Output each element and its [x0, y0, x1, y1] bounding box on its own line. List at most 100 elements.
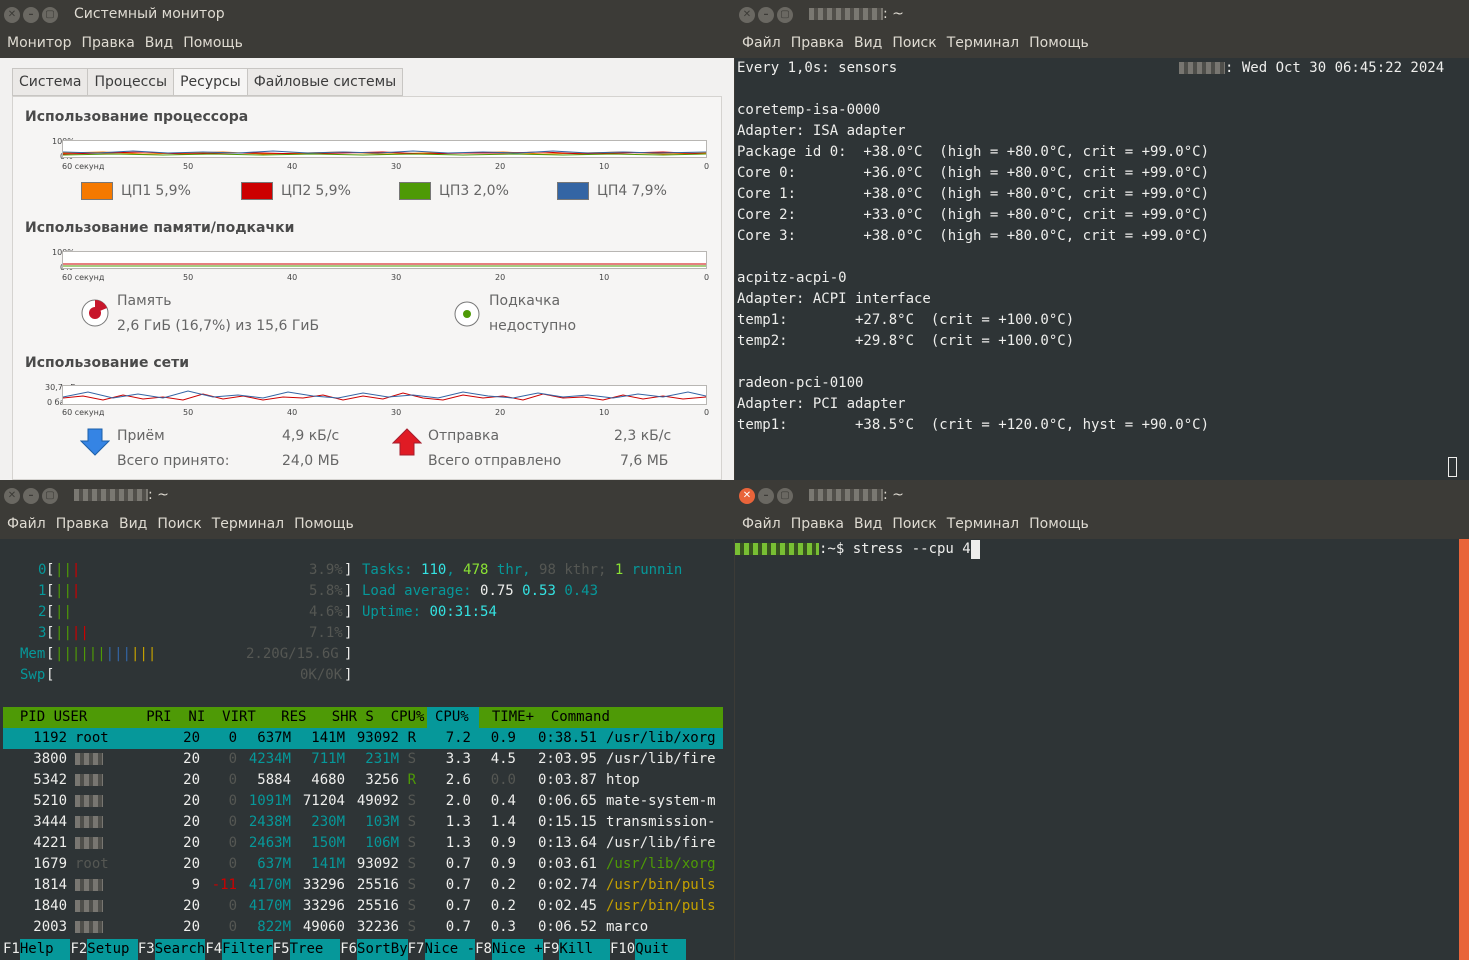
menu-search[interactable]: Поиск — [157, 516, 201, 534]
cpu1-color-swatch[interactable] — [81, 182, 113, 200]
maximize-icon[interactable]: ▢ — [777, 488, 793, 504]
menu-monitor[interactable]: Монитор — [7, 35, 72, 53]
process-table-header[interactable]: PID USER PRI NI VIRT RES SHR S CPU% MEM%… — [3, 707, 723, 728]
cell-cmd: /usr/lib/fire — [606, 835, 716, 851]
menu-edit[interactable]: Правка — [56, 516, 109, 534]
close-icon[interactable]: ✕ — [739, 7, 755, 23]
cpu-column-header[interactable]: CPU% — [435, 707, 469, 728]
scrollbar[interactable] — [1459, 539, 1469, 960]
menu-terminal[interactable]: Терминал — [947, 516, 1019, 534]
cpu3-color-swatch[interactable] — [399, 182, 431, 200]
net-axis-50: 50 — [183, 408, 194, 417]
receive-arrow-icon[interactable] — [80, 428, 110, 456]
minimize-icon[interactable]: – — [758, 7, 774, 23]
menu-terminal[interactable]: Терминал — [212, 516, 284, 534]
memory-pie-icon[interactable] — [80, 298, 110, 328]
stress-terminal[interactable]: :~$ stress --cpu 4 — [735, 539, 1469, 960]
user-redacted — [75, 879, 103, 891]
fkey-f4[interactable]: F4 — [205, 939, 222, 960]
table-row[interactable]: 1814 9 -11 4170M 33296 25516 S 0.7 0.2 0:02.74/us… — [0, 875, 723, 896]
tab-filesystems[interactable]: Файловые системы — [246, 68, 404, 96]
table-row[interactable]: 2003 20 0 822M 49060 32236 S 0.7 0.3 0:06.52 marco — [0, 917, 723, 938]
cpu2-legend[interactable]: ЦП2 5,9% — [241, 182, 351, 200]
fkey-label[interactable]: Nice + — [491, 939, 543, 960]
fkey-label[interactable]: Quit — [635, 939, 686, 960]
menu-help[interactable]: Помощь — [183, 35, 243, 53]
close-icon[interactable]: ✕ — [739, 488, 755, 504]
menu-view[interactable]: Вид — [119, 516, 147, 534]
fkey-f2[interactable]: F2 — [70, 939, 87, 960]
menu-file[interactable]: Файл — [742, 35, 781, 53]
window-title: : ~ — [809, 487, 904, 503]
cell-pid: 1679 — [33, 856, 67, 872]
cpu4-legend[interactable]: ЦП4 7,9% — [557, 182, 667, 200]
fkey-label[interactable]: Setup — [87, 939, 138, 960]
menu-search[interactable]: Поиск — [892, 35, 936, 53]
cell-s: S — [407, 793, 416, 809]
cpu3-value: 2,0% — [473, 183, 509, 199]
fkey-label[interactable]: Search — [154, 939, 206, 960]
menu-view[interactable]: Вид — [854, 35, 882, 53]
minimize-icon[interactable]: – — [23, 488, 39, 504]
table-row[interactable]: 3800 20 0 4234M 711M 231M S 3.3 4.5 2:03.95/usr/l… — [0, 749, 723, 770]
cpu3-legend[interactable]: ЦП3 2,0% — [399, 182, 509, 200]
fkey-label[interactable]: Tree — [289, 939, 341, 960]
fkey-f9[interactable]: F9 — [543, 939, 560, 960]
maximize-icon[interactable]: ▢ — [777, 7, 793, 23]
menu-edit[interactable]: Правка — [791, 35, 844, 53]
cpu-meter-percent: 4.6% — [309, 604, 343, 620]
table-row[interactable]: 3444 20 0 2438M 230M 103M S 1.3 1.4 0:15.15 transm… — [0, 812, 723, 833]
swap-pie-icon[interactable] — [453, 300, 481, 328]
sensors-line: temp2: +29.8°C (crit = +100.0°C) — [737, 333, 1075, 349]
fkey-f6[interactable]: F6 — [340, 939, 357, 960]
menu-help[interactable]: Помощь — [1029, 516, 1089, 534]
maximize-icon[interactable]: ▢ — [42, 488, 58, 504]
fkey-label[interactable]: Help — [19, 939, 71, 960]
tab-processes[interactable]: Процессы — [87, 68, 175, 96]
minimize-icon[interactable]: – — [23, 7, 39, 23]
menu-edit[interactable]: Правка — [791, 516, 844, 534]
menu-edit[interactable]: Правка — [82, 35, 135, 53]
menu-view[interactable]: Вид — [854, 516, 882, 534]
table-row[interactable]: 1679 root 20 0 637M 141M 93092 S 0.7 0.9 0:03.61/u… — [0, 854, 723, 875]
cpu1-legend[interactable]: ЦП1 5,9% — [81, 182, 191, 200]
tab-system[interactable]: Система — [12, 68, 89, 96]
table-row[interactable]: 4221 20 0 2463M 150M 106M S 1.3 0.9 0:13.64/usr/l… — [0, 833, 723, 854]
table-row[interactable]: 5342 20 0 5884 4680 3256 R 2.6 0.0 0:03.87 htop — [0, 770, 723, 791]
table-row[interactable]: 5210 20 0 1091M 71204 49092 S 2.0 0.4 0:06.65 mate… — [0, 791, 723, 812]
send-arrow-icon[interactable] — [392, 428, 422, 456]
minimize-icon[interactable]: – — [758, 488, 774, 504]
table-row[interactable]: 1192 root 20 0 637M 141M 93092 R 7.2 0.9 0:38.51/u… — [0, 728, 723, 749]
menu-help[interactable]: Помощь — [294, 516, 354, 534]
fkey-f5[interactable]: F5 — [273, 939, 290, 960]
cell-cmd: transmission- — [606, 814, 716, 830]
user-redacted — [75, 900, 103, 912]
menu-search[interactable]: Поиск — [892, 516, 936, 534]
menu-view[interactable]: Вид — [145, 35, 173, 53]
maximize-icon[interactable]: ▢ — [42, 7, 58, 23]
memory-label: Память — [117, 293, 172, 309]
tab-resources[interactable]: Ресурсы — [173, 68, 248, 96]
fkey-label[interactable]: Nice - — [424, 939, 476, 960]
fkey-f8[interactable]: F8 — [475, 939, 492, 960]
fkey-f7[interactable]: F7 — [408, 939, 425, 960]
table-row[interactable]: 1840 20 0 4170M 33296 25516 S 0.7 0.2 0:02.45/usr… — [0, 896, 723, 917]
cell-ni: 0 — [228, 835, 237, 851]
fkey-label[interactable]: SortBy — [357, 939, 408, 960]
cell-shr: 231M — [365, 751, 399, 767]
menu-file[interactable]: Файл — [7, 516, 46, 534]
fkey-label[interactable]: Kill — [559, 939, 610, 960]
fkey-f1[interactable]: F1 — [3, 939, 20, 960]
fkey-label[interactable]: Filter — [222, 939, 273, 960]
menu-help[interactable]: Помощь — [1029, 35, 1089, 53]
cpu4-color-swatch[interactable] — [557, 182, 589, 200]
cpu2-color-swatch[interactable] — [241, 182, 273, 200]
close-icon[interactable]: ✕ — [4, 7, 20, 23]
menu-terminal[interactable]: Терминал — [947, 35, 1019, 53]
sensors-terminal[interactable]: Every 1,0s: sensors : Wed Oct 30 06:45:2… — [735, 58, 1469, 480]
htop-terminal[interactable]: 0[||| 3.9%] 1[||| 5.8%] 2[|| 4.6%] 3[|||| 7.1%]… — [0, 539, 734, 960]
close-icon[interactable]: ✕ — [4, 488, 20, 504]
fkey-f3[interactable]: F3 — [138, 939, 155, 960]
menu-file[interactable]: Файл — [742, 516, 781, 534]
fkey-f10[interactable]: F10 — [610, 939, 635, 960]
